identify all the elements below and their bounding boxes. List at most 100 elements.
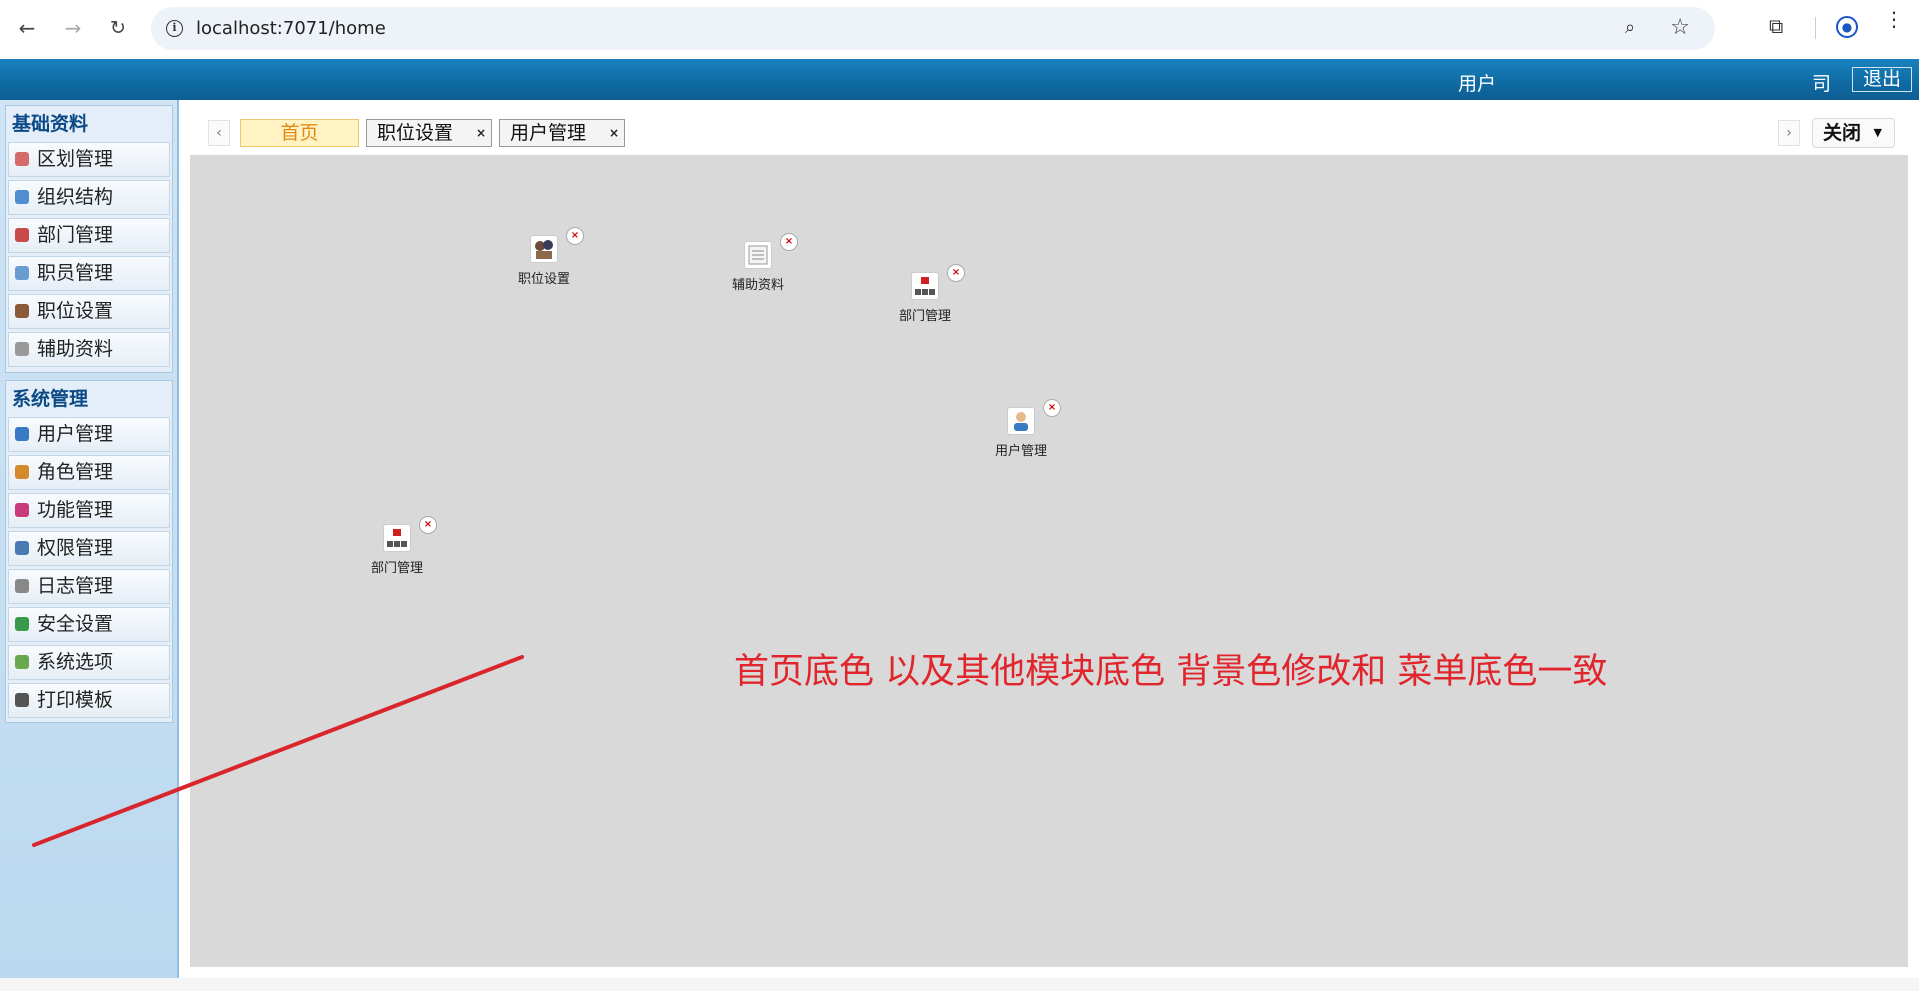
remove-icon[interactable]: × [419, 516, 437, 534]
user-icon [15, 427, 29, 441]
sidebar-item-permission[interactable]: 权限管理 [8, 531, 170, 566]
log-icon [15, 579, 29, 593]
org-icon [15, 190, 29, 204]
sidebar-item-auxiliary[interactable]: 辅助资料 [8, 332, 170, 367]
main-area: ‹ 首页 职位设置 × 用户管理 × › 关闭 ▼ 职位设置 × 辅助资料 × … [182, 100, 1919, 978]
remove-icon[interactable]: × [780, 233, 798, 251]
tab-label: 用户管理 [510, 122, 587, 144]
forward-icon[interactable]: → [59, 14, 87, 42]
sidebar-group-title[interactable]: 系统管理 [6, 381, 172, 417]
site-info-icon[interactable]: i [166, 20, 183, 37]
sidebar-item-label: 打印模板 [37, 689, 114, 711]
user-label: 用户 [1458, 73, 1497, 95]
tabs-bar: ‹ 首页 职位设置 × 用户管理 × › 关闭 ▼ [182, 100, 1919, 153]
zoom-icon[interactable]: ⌕ [1625, 17, 1647, 39]
extensions-icon[interactable]: ⧉ [1769, 14, 1793, 38]
sidebar-item-label: 安全设置 [37, 613, 114, 635]
function-icon [15, 503, 29, 517]
remove-icon[interactable]: × [947, 264, 965, 282]
position-icon [530, 235, 558, 263]
tab-home[interactable]: 首页 [240, 119, 359, 147]
url-text[interactable]: localhost:7071/home [196, 18, 386, 39]
back-icon[interactable]: ← [13, 14, 41, 42]
sidebar-item-options[interactable]: 系统选项 [8, 645, 170, 680]
desktop-shortcut[interactable]: 部门管理 × [880, 264, 970, 324]
close-tabs-label: 关闭 [1823, 122, 1862, 144]
annotation-text: 首页底色 以及其他模块底色 背景色修改和 菜单底色一致 [734, 652, 1608, 692]
tab-user[interactable]: 用户管理 × [499, 119, 625, 147]
tabs-scroll-left-icon[interactable]: ‹ [208, 120, 230, 146]
department-icon [911, 272, 939, 300]
tab-label: 职位设置 [377, 122, 454, 144]
address-bar[interactable]: i localhost:7071/home ⌕ ☆ [151, 7, 1715, 50]
sidebar-item-label: 区划管理 [37, 148, 114, 170]
app-header: 用户 司 退出 [0, 59, 1919, 100]
remove-icon[interactable]: × [1043, 399, 1061, 417]
sidebar-item-log[interactable]: 日志管理 [8, 569, 170, 604]
sidebar-item-label: 功能管理 [37, 499, 114, 521]
sidebar-item-label: 日志管理 [37, 575, 114, 597]
sidebar-item-org[interactable]: 组织结构 [8, 180, 170, 215]
region-icon [15, 152, 29, 166]
sidebar-item-label: 职位设置 [37, 300, 114, 322]
toolbar-divider [1815, 17, 1816, 39]
profile-icon[interactable]: ● [1836, 16, 1858, 38]
sidebar-item-user[interactable]: 用户管理 [8, 417, 170, 452]
sidebar-item-department[interactable]: 部门管理 [8, 218, 170, 253]
sidebar-item-label: 职员管理 [37, 262, 114, 284]
browser-menu-icon[interactable]: ⋮ [1884, 9, 1904, 29]
sidebar-group-title[interactable]: 基础资料 [6, 106, 172, 142]
shortcut-label: 部门管理 [898, 309, 951, 324]
sidebar: 基础资料 区划管理 组织结构 部门管理 职员管理 职位设置 辅助资料 系统管理 … [0, 100, 179, 978]
desktop-shortcut[interactable]: 职位设置 × [499, 227, 589, 287]
sidebar-item-label: 用户管理 [37, 423, 114, 445]
sidebar-item-label: 角色管理 [37, 461, 114, 483]
department-icon [383, 524, 411, 552]
desktop-shortcut[interactable]: 部门管理 × [352, 516, 442, 576]
sidebar-item-role[interactable]: 角色管理 [8, 455, 170, 490]
logout-button[interactable]: 退出 [1852, 67, 1912, 92]
company-label: 司 [1812, 73, 1832, 95]
sidebar-item-position[interactable]: 职位设置 [8, 294, 170, 329]
reload-icon[interactable]: ↻ [104, 14, 132, 42]
print-icon [15, 693, 29, 707]
sidebar-item-staff[interactable]: 职员管理 [8, 256, 170, 291]
close-tabs-dropdown[interactable]: 关闭 ▼ [1812, 118, 1895, 148]
shortcut-label: 辅助资料 [731, 278, 784, 293]
remove-icon[interactable]: × [566, 227, 584, 245]
footer-strip [0, 978, 1919, 991]
sidebar-item-region[interactable]: 区划管理 [8, 142, 170, 177]
sidebar-group-system: 系统管理 用户管理 角色管理 功能管理 权限管理 日志管理 安全设置 系统选项 … [5, 380, 173, 723]
bookmark-star-icon[interactable]: ☆ [1670, 15, 1690, 40]
sidebar-item-label: 组织结构 [37, 186, 114, 208]
auxiliary-icon [15, 342, 29, 356]
desktop-shortcut[interactable]: 用户管理 × [976, 399, 1066, 459]
position-icon [15, 304, 29, 318]
permission-icon [15, 541, 29, 555]
staff-icon [15, 266, 29, 280]
sidebar-item-label: 权限管理 [37, 537, 114, 559]
sidebar-item-print[interactable]: 打印模板 [8, 683, 170, 718]
browser-toolbar: ← → ↻ i localhost:7071/home ⌕ ☆ ⧉ ● ⋮ [0, 0, 1919, 58]
auxiliary-icon [744, 241, 772, 269]
tab-position[interactable]: 职位设置 × [366, 119, 492, 147]
security-icon [15, 617, 29, 631]
shortcut-label: 用户管理 [994, 444, 1047, 459]
department-icon [15, 228, 29, 242]
shortcut-label: 职位设置 [517, 272, 570, 287]
home-desktop: 职位设置 × 辅助资料 × 部门管理 × 用户管理 × 部门管理 × 首页底色 … [190, 155, 1908, 967]
shortcut-label: 部门管理 [370, 561, 423, 576]
sidebar-item-label: 系统选项 [37, 651, 114, 673]
close-icon[interactable]: × [476, 126, 486, 140]
sidebar-item-label: 辅助资料 [37, 338, 114, 360]
chevron-down-icon: ▼ [1873, 126, 1882, 139]
sidebar-group-basic: 基础资料 区划管理 组织结构 部门管理 职员管理 职位设置 辅助资料 [5, 105, 173, 373]
close-icon[interactable]: × [609, 126, 619, 140]
user-icon [1007, 407, 1035, 435]
desktop-shortcut[interactable]: 辅助资料 × [713, 233, 803, 293]
role-icon [15, 465, 29, 479]
options-icon [15, 655, 29, 669]
sidebar-item-function[interactable]: 功能管理 [8, 493, 170, 528]
tabs-scroll-right-icon[interactable]: › [1778, 120, 1800, 146]
sidebar-item-security[interactable]: 安全设置 [8, 607, 170, 642]
